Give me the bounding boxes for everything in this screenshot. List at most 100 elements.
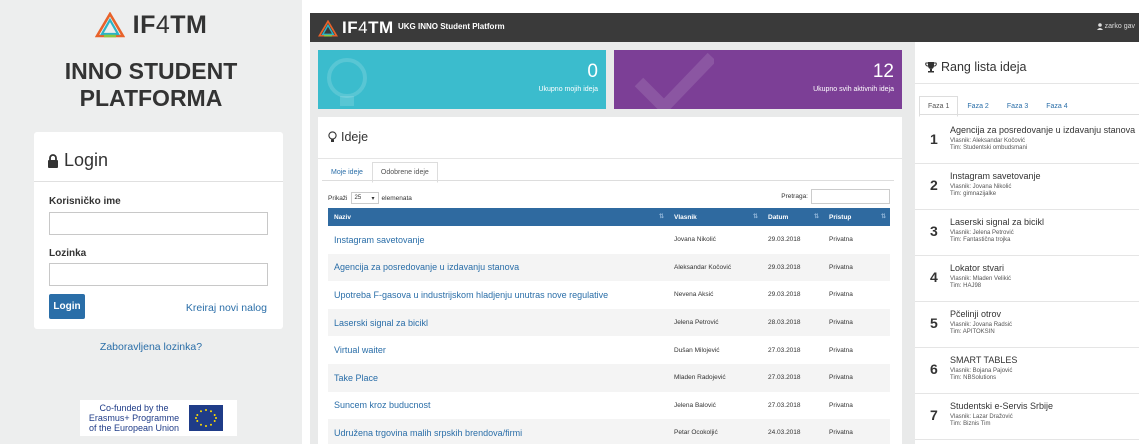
idea-date: 28.03.2018 [762,308,823,337]
my-ideas-count: 0 [587,61,598,82]
idea-name-link[interactable]: Upotreba F-gasova u industrijskom hladje… [328,281,668,309]
all-ideas-tile: 12 Ukupno svih aktivnih ideja [614,50,902,109]
rank-number: 5 [930,315,938,331]
logo-text: IF4TM [342,18,394,37]
column-header-owner[interactable]: Vlasnik ⇅ [668,208,762,226]
rank-team: Tim: NBSolutions [950,375,997,381]
rank-number: 2 [930,177,938,193]
idea-name-link[interactable]: Take Place [328,363,668,392]
username-label: Korisničko ime [49,196,121,207]
platform-title: INNO STUDENT PLATFORMA [64,58,238,111]
table-row: Agencija za posredovanje u izdavanju sta… [328,253,890,282]
idea-access: Privatna [829,346,853,354]
all-ideas-caption: Ukupno svih aktivnih ideja [813,86,894,93]
rank-owner: Vlasnik: Jelena Petrović [950,230,1014,236]
idea-name-link[interactable]: Instagram savetovanje [328,226,668,254]
column-header-name[interactable]: Naziv ⇅ [328,208,668,226]
table-row: Upotreba F-gasova u industrijskom hladje… [328,281,890,309]
ideas-panel: Ideje Moje ideje Odobrene ideje Prikaži … [318,117,902,444]
idea-access: Privatna [829,236,853,244]
idea-access: Privatna [823,419,890,444]
rank-team: Tim: Fantastična trojka [950,237,1011,243]
ideas-table: Naziv ⇅ Vlasnik ⇅ Datum ⇅ Pristup ⇅ Instagra… [328,208,890,444]
eu-flag-icon [189,405,223,431]
rank-number: 7 [930,407,938,423]
rank-team: Tim: Studentski ombudsmani [950,145,1028,151]
table-row: Suncem kroz buducnost Jelena Balović 27.… [328,392,890,420]
rank-number: 6 [930,361,938,377]
idea-date: 29.03.2018 [768,236,801,244]
ideas-heading: Ideje [328,130,368,144]
rank-team: Tim: Biznis Tim [950,421,991,427]
ranking-item[interactable]: 2 Instagram savetovanje Vlasnik: Jovana … [915,164,1139,210]
rank-title: Instagram savetovanje [950,171,1041,181]
login-sidebar: IF4TM INNO STUDENT PLATFORMA Login Koris… [0,0,302,444]
page-length-select[interactable]: 25 ▾ [350,192,379,204]
idea-access: Privatna [823,253,890,282]
rank-owner: Vlasnik: Jovana Radsić [950,322,1013,328]
rank-number: 1 [930,131,938,147]
register-link[interactable]: Kreiraj novi nalog [186,302,267,314]
rank-team: Tim: HAJ98 [950,283,982,289]
platform-subtitle: UKG INNO Student Platform [398,22,505,31]
table-row: Laserski signal za bicikl Jelena Petrovi… [328,308,890,337]
ranking-item[interactable]: 5 Pčelinji otrov Vlasnik: Jovana Radsić … [915,302,1139,348]
all-ideas-count: 12 [872,61,894,82]
rank-title: Agencija za posredovanje u izdavanju sta… [950,125,1136,135]
rank-number: 3 [930,223,938,239]
triangle-logo-icon [318,19,338,37]
idea-date: 29.03.2018 [762,253,823,282]
login-button[interactable]: Login [49,294,85,319]
eu-line1: Co-funded by the [99,403,169,413]
user-icon [1096,23,1103,30]
idea-date: 29.03.2018 [768,291,801,299]
column-header-date[interactable]: Datum ⇅ [762,208,823,226]
divider [915,83,1139,84]
idea-name-link[interactable]: Udružena trgovina malih srpskih brendova… [328,419,668,444]
idea-name-link[interactable]: Virtual waiter [328,336,668,364]
triangle-logo-icon [94,12,125,38]
chevron-down-icon: ▾ [371,195,375,202]
idea-name-link[interactable]: Laserski signal za bicikl [328,308,668,337]
idea-owner: Nevena Aksić [674,291,714,299]
forgot-password-link[interactable]: Zaboravljena lozinka? [0,341,302,353]
idea-name-link[interactable]: Agencija za posredovanje u izdavanju sta… [328,253,668,282]
idea-date: 27.03.2018 [768,346,801,354]
ranking-item[interactable]: 6 SMART TABLES Vlasnik: Bojana Pajović T… [915,348,1139,394]
logo-text: IF4TM [132,10,208,39]
my-ideas-tile: 0 Ukupno mojih ideja [318,50,606,109]
idea-owner: Petar Ocokoljić [668,419,762,444]
idea-access: Privatna [823,308,890,337]
idea-date: 27.03.2018 [762,363,823,392]
nav-logo[interactable]: IF4TM [318,18,394,38]
search-input[interactable] [811,189,890,204]
table-search: Pretraga: [781,189,890,204]
lightbulb-icon [327,58,367,106]
table-row: Instagram savetovanje Jovana Nikolić 29.… [328,226,890,254]
brand-logo: IF4TM [0,10,302,40]
ranking-item[interactable]: 3 Laserski signal za bicikl Vlasnik: Jel… [915,210,1139,256]
username-input[interactable] [49,212,268,235]
user-menu[interactable]: zarko gav [1096,23,1135,30]
idea-access: Privatna [829,291,853,299]
idea-owner: Jelena Petrović [668,308,762,337]
rank-title: SMART TABLES [950,355,1018,365]
login-card: Login Korisničko ime Lozinka Login Kreir… [34,132,283,329]
password-input[interactable] [49,263,268,286]
ranking-item[interactable]: 1 Agencija za posredovanje u izdavanju s… [915,118,1139,164]
rank-title: Laserski signal za bicikl [950,217,1045,227]
table-row: Virtual waiter Dušan Milojević 27.03.201… [328,336,890,364]
rank-owner: Vlasnik: Jovana Nikolić [950,184,1012,190]
idea-access: Privatna [823,363,890,392]
idea-name-link[interactable]: Suncem kroz buducnost [328,392,668,420]
idea-date: 27.03.2018 [768,401,801,409]
divider [34,181,283,182]
page-length-control: Prikaži 25 ▾ elemenata [328,192,412,204]
idea-owner: Jovana Nikolić [674,236,716,244]
ranking-item[interactable]: 7 Studentski e-Servis Srbije Vlasnik: La… [915,394,1139,440]
eu-line3: of the European Union [88,423,180,433]
column-header-access[interactable]: Pristup ⇅ [823,208,890,226]
rank-number: 4 [930,269,938,285]
ranking-panel: Rang lista ideja Faza 1 Faza 2 Faza 3 Fa… [915,42,1139,444]
ranking-item[interactable]: 4 Lokator stvari Vlasnik: Mladen Velikić… [915,256,1139,302]
